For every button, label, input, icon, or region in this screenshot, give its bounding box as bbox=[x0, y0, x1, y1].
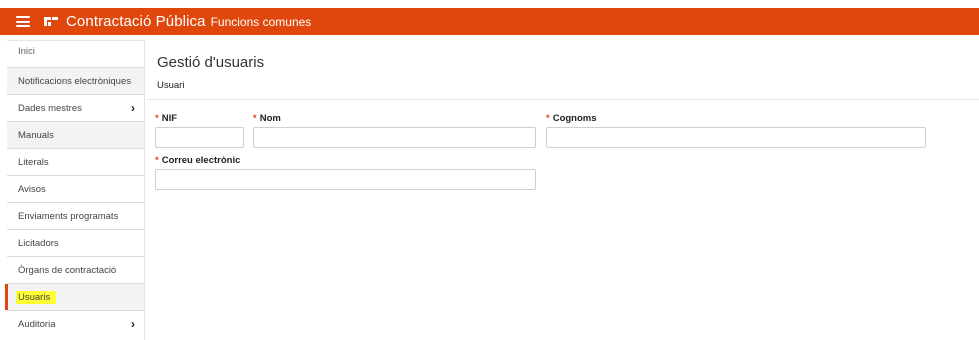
required-marker: * bbox=[253, 113, 257, 124]
sidebar-item-label: Auditoria bbox=[18, 318, 56, 330]
sidebar-item-enviaments-programats[interactable]: Enviaments programats bbox=[7, 202, 144, 229]
sidebar-item-label: Notificacions electròniques bbox=[18, 75, 132, 87]
app-title: Contractació Pública bbox=[66, 13, 206, 30]
top-bar: Contractació Pública Funcions comunes bbox=[0, 8, 979, 35]
hamburger-menu-icon[interactable] bbox=[16, 16, 30, 27]
cognoms-input[interactable] bbox=[546, 127, 926, 148]
sidebar-item-label: Òrgans de contractació bbox=[18, 264, 117, 276]
sidebar-item-label: Manuals bbox=[18, 129, 54, 141]
sidebar-item-avisos[interactable]: Avisos bbox=[7, 175, 144, 202]
nom-input[interactable] bbox=[253, 127, 536, 148]
sidebar-item-label: Enviaments programats bbox=[18, 210, 119, 222]
sidebar-item-inici[interactable]: Inici bbox=[7, 40, 144, 67]
sidebar-item-licitadors[interactable]: Licitadors bbox=[7, 229, 144, 256]
required-marker: * bbox=[155, 113, 159, 124]
correu-label: * Correu electrònic bbox=[155, 155, 241, 166]
sidebar-item-label: Inici bbox=[18, 46, 35, 57]
chevron-right-icon: › bbox=[131, 101, 135, 115]
sidebar-item-literals[interactable]: Literals bbox=[7, 148, 144, 175]
sidebar-nav: Inici Notificacions electròniques Dades … bbox=[5, 40, 145, 340]
nif-label: * NIF bbox=[155, 113, 178, 124]
sidebar-item-manuals[interactable]: Manuals bbox=[7, 121, 144, 148]
section-title: Usuari bbox=[157, 80, 185, 91]
sidebar-item-organs-contractacio[interactable]: Òrgans de contractació bbox=[7, 256, 144, 283]
sidebar-item-notificacions[interactable]: Notificacions electròniques bbox=[7, 67, 144, 94]
nom-label: * Nom bbox=[253, 113, 281, 124]
sidebar-item-dades-mestres[interactable]: Dades mestres › bbox=[7, 94, 144, 121]
sidebar-item-label: Avisos bbox=[18, 183, 46, 195]
correu-input[interactable] bbox=[155, 169, 536, 190]
header-divider bbox=[147, 99, 979, 100]
sidebar-item-label: Dades mestres bbox=[18, 102, 82, 114]
sidebar-item-label: Literals bbox=[18, 156, 49, 168]
sidebar-item-label: Usuaris bbox=[16, 290, 57, 304]
app-subtitle: Funcions comunes bbox=[210, 14, 312, 29]
page-title: Gestió d'usuaris bbox=[157, 54, 265, 71]
sidebar-item-auditoria[interactable]: Auditoria › bbox=[7, 310, 144, 337]
sidebar-item-label: Licitadors bbox=[18, 237, 59, 249]
required-marker: * bbox=[155, 155, 159, 166]
chevron-right-icon: › bbox=[131, 317, 135, 331]
nif-input[interactable] bbox=[155, 127, 244, 148]
sidebar-item-usuaris[interactable]: Usuaris bbox=[5, 283, 144, 310]
required-marker: * bbox=[546, 113, 550, 124]
generalitat-logo-icon bbox=[42, 14, 60, 30]
cognoms-label: * Cognoms bbox=[546, 113, 597, 124]
